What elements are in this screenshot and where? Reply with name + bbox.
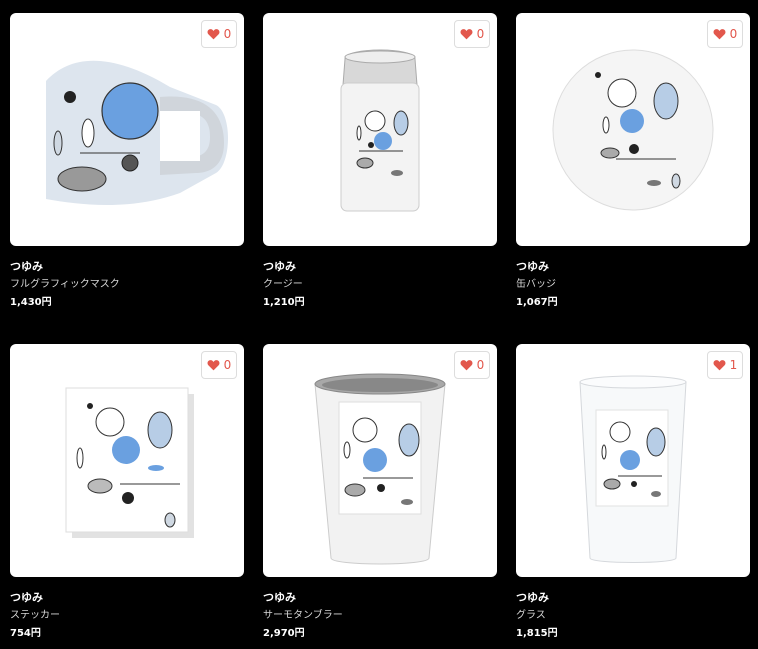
- heart-icon: [460, 360, 473, 371]
- shop-name[interactable]: つゆみ: [516, 591, 750, 605]
- product-image-glass[interactable]: 1: [516, 344, 750, 577]
- product-image-koozie[interactable]: 0: [263, 13, 497, 246]
- product-image-mask[interactable]: 0: [10, 13, 244, 246]
- product-name[interactable]: ステッカー: [10, 610, 244, 622]
- like-button[interactable]: 0: [201, 20, 237, 48]
- like-button[interactable]: 1: [707, 351, 743, 379]
- shop-name[interactable]: つゆみ: [516, 260, 750, 274]
- like-count: 0: [476, 358, 485, 372]
- product-price: 1,430円: [10, 297, 52, 308]
- like-count: 0: [223, 358, 232, 372]
- shop-name[interactable]: つゆみ: [10, 591, 244, 605]
- product-image-badge[interactable]: 0: [516, 13, 750, 246]
- like-button[interactable]: 0: [454, 20, 490, 48]
- heart-icon: [713, 360, 726, 371]
- like-button[interactable]: 0: [201, 351, 237, 379]
- product-card[interactable]: 0 つゆみ フルグラフィックマスク 1,430円: [10, 13, 244, 309]
- like-count: 0: [729, 27, 738, 41]
- heart-icon: [207, 29, 220, 40]
- shop-name[interactable]: つゆみ: [263, 591, 497, 605]
- product-price: 1,815円: [516, 628, 558, 639]
- product-name[interactable]: クージー: [263, 279, 497, 291]
- product-card[interactable]: 0 つゆみ ステッカー 754円: [10, 344, 244, 640]
- heart-icon: [713, 29, 726, 40]
- product-name[interactable]: フルグラフィックマスク: [10, 279, 244, 291]
- product-price: 2,970円: [263, 628, 305, 639]
- product-price: 1,067円: [516, 297, 558, 308]
- product-card[interactable]: 0 つゆみ 缶バッジ 1,067円: [516, 13, 750, 309]
- heart-icon: [207, 360, 220, 371]
- like-count: 1: [729, 358, 738, 372]
- shop-name[interactable]: つゆみ: [10, 260, 244, 274]
- heart-icon: [460, 29, 473, 40]
- like-button[interactable]: 0: [454, 351, 490, 379]
- product-name[interactable]: サーモタンブラー: [263, 610, 497, 622]
- like-count: 0: [223, 27, 232, 41]
- like-count: 0: [476, 27, 485, 41]
- product-card[interactable]: 0 つゆみ サーモタンブラー 2,970円: [263, 344, 497, 640]
- product-image-tumbler[interactable]: 0: [263, 344, 497, 577]
- product-card[interactable]: 0 つゆみ クージー 1,210円: [263, 13, 497, 309]
- shop-name[interactable]: つゆみ: [263, 260, 497, 274]
- product-card[interactable]: 1 つゆみ グラス 1,815円: [516, 344, 750, 640]
- product-image-sticker[interactable]: 0: [10, 344, 244, 577]
- like-button[interactable]: 0: [707, 20, 743, 48]
- product-price: 1,210円: [263, 297, 305, 308]
- product-price: 754円: [10, 628, 41, 639]
- product-name[interactable]: グラス: [516, 610, 750, 622]
- product-name[interactable]: 缶バッジ: [516, 279, 750, 291]
